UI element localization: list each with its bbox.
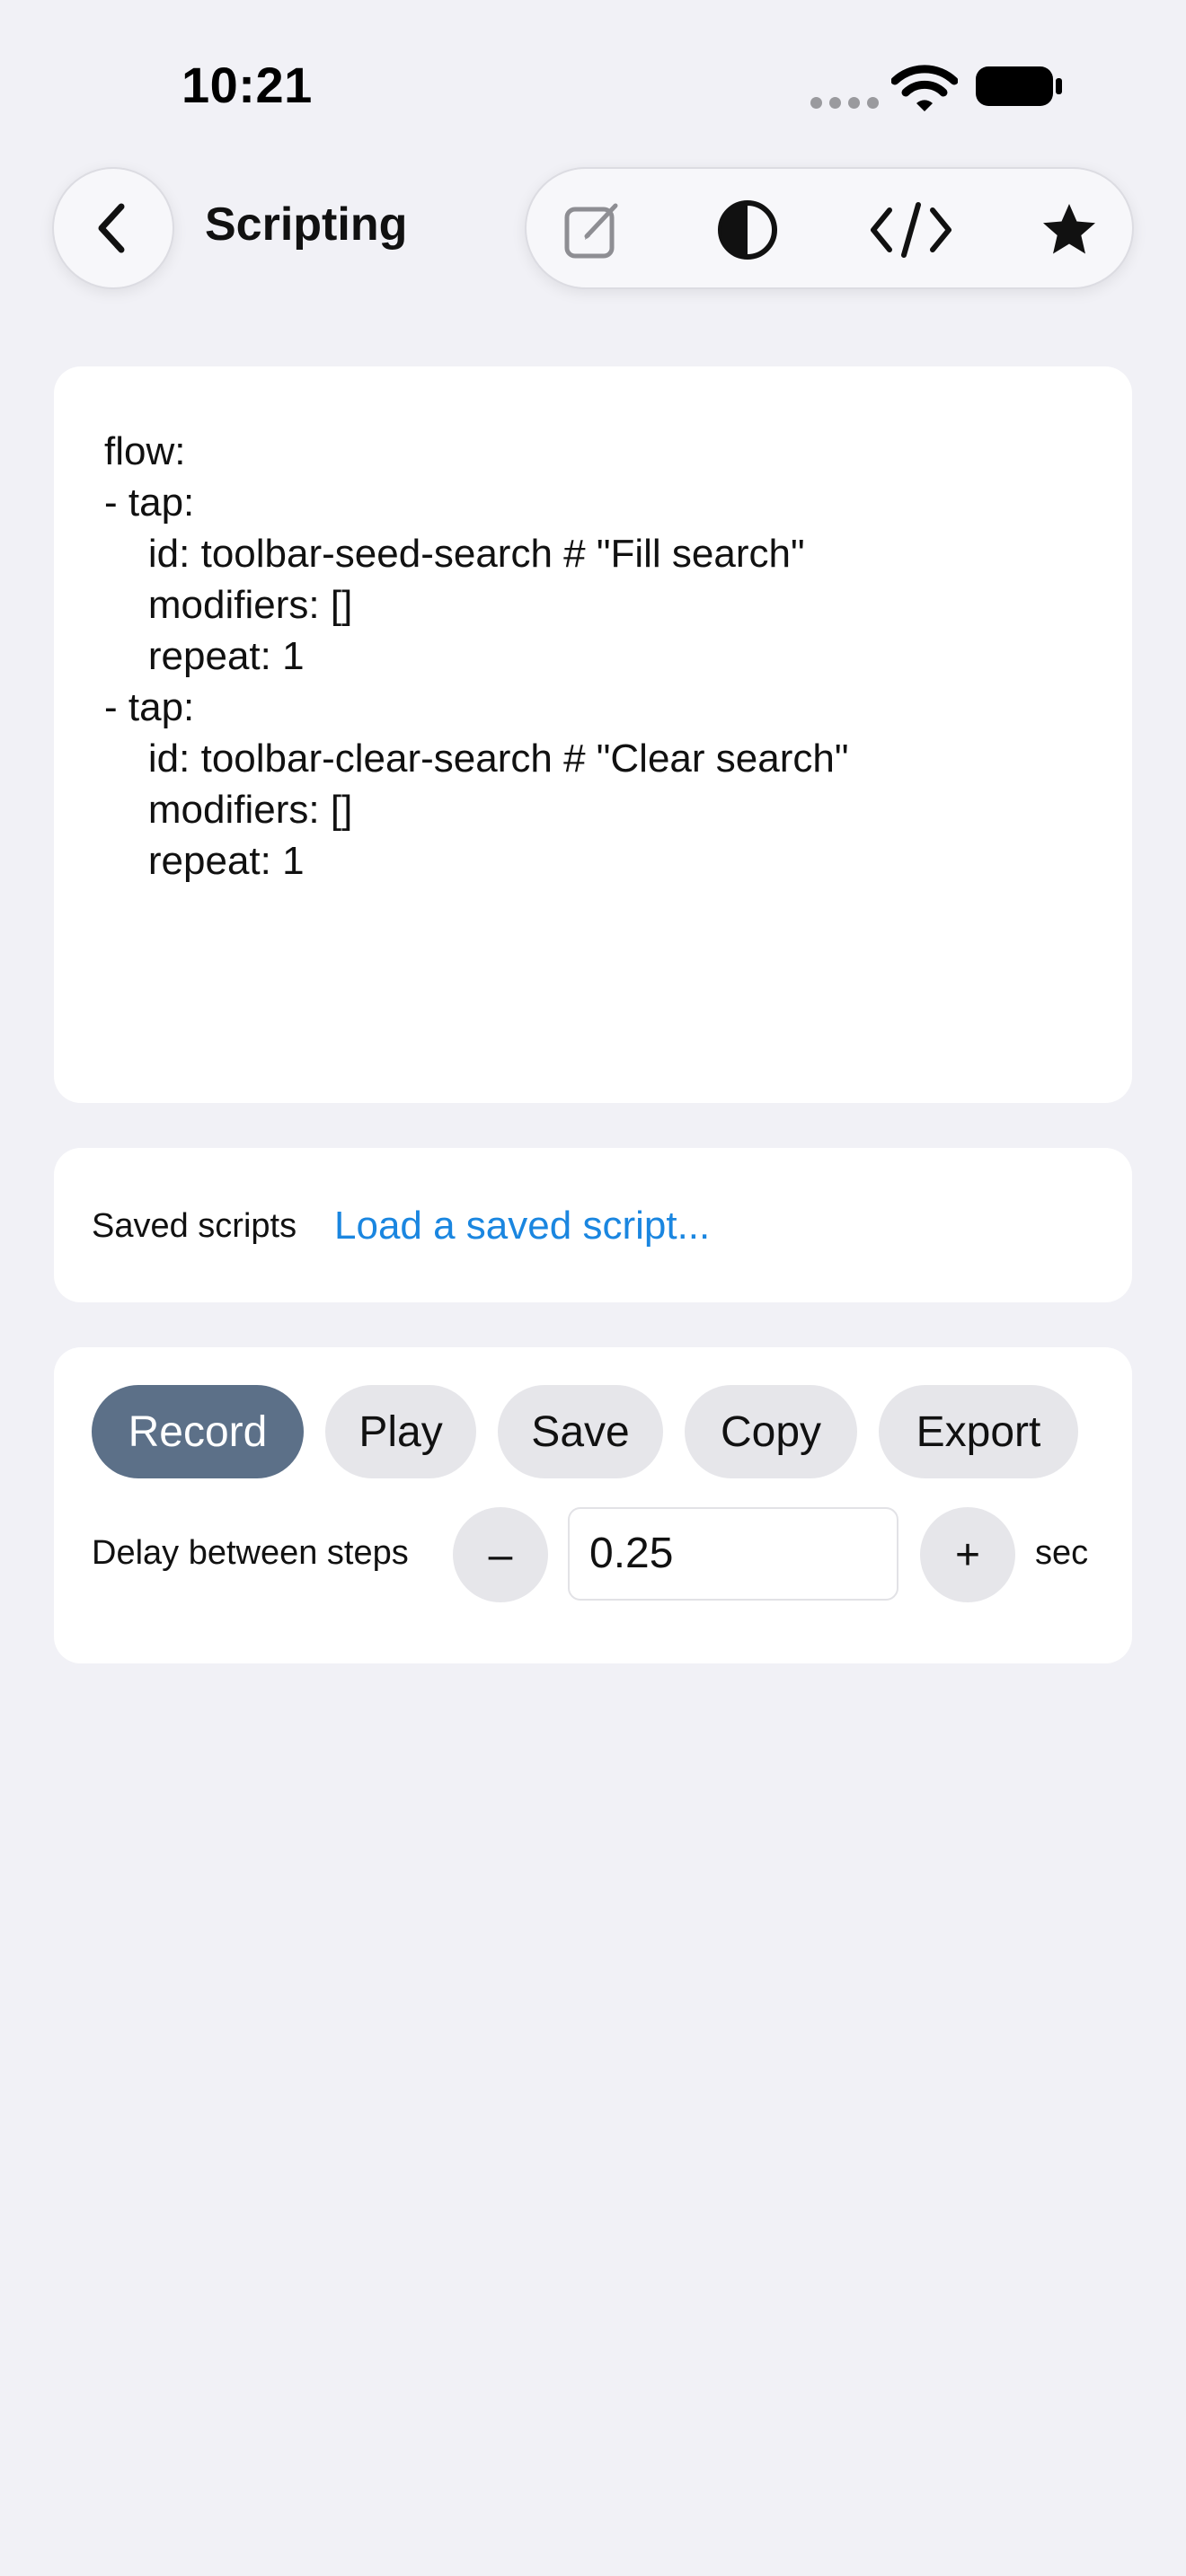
code-line: flow: — [104, 429, 186, 473]
back-button[interactable] — [52, 167, 174, 289]
delay-input[interactable]: 0.25 — [568, 1507, 898, 1601]
play-button[interactable]: Play — [325, 1385, 476, 1478]
code-line: repeat: 1 — [104, 839, 305, 883]
controls-card: Record Play Save Copy Export Delay betwe… — [54, 1347, 1132, 1663]
cellular-dots-icon — [810, 97, 879, 109]
saved-scripts-label: Saved scripts — [92, 1207, 297, 1245]
status-bar: 10:21 — [0, 0, 1186, 171]
toolbar — [525, 167, 1134, 289]
code-view-button[interactable] — [866, 185, 956, 275]
chevron-left-icon — [98, 203, 125, 253]
battery-icon — [976, 66, 1062, 106]
export-button[interactable]: Export — [879, 1385, 1078, 1478]
delay-label: Delay between steps — [92, 1534, 409, 1572]
record-button[interactable]: Record — [92, 1385, 304, 1478]
script-code[interactable]: flow: - tap: id: toolbar-seed-search # "F… — [104, 426, 848, 887]
delay-decrement-button[interactable]: – — [453, 1507, 548, 1602]
favorite-button[interactable] — [1024, 185, 1114, 275]
compose-button[interactable] — [548, 185, 638, 275]
code-line: modifiers: [] — [104, 788, 353, 832]
code-line: modifiers: [] — [104, 583, 353, 627]
saved-scripts-card: Saved scripts Load a saved script... — [54, 1148, 1132, 1302]
save-button[interactable]: Save — [498, 1385, 663, 1478]
star-icon — [1043, 204, 1095, 254]
wifi-icon — [891, 65, 958, 111]
contrast-icon — [718, 200, 777, 260]
navigation-bar: Scripting — [0, 162, 1186, 296]
status-time: 10:21 — [181, 57, 313, 113]
code-line: id: toolbar-clear-search # "Clear search… — [104, 737, 849, 781]
delay-unit-label: sec — [1035, 1534, 1089, 1572]
load-saved-script-link[interactable]: Load a saved script... — [334, 1204, 710, 1248]
code-line: repeat: 1 — [104, 634, 305, 678]
code-line: - tap: — [104, 481, 195, 525]
code-line: - tap: — [104, 685, 195, 729]
delay-increment-button[interactable]: + — [920, 1507, 1015, 1602]
copy-button[interactable]: Copy — [685, 1385, 857, 1478]
appearance-button[interactable] — [703, 185, 792, 275]
compose-icon — [564, 203, 618, 259]
page-title: Scripting — [205, 198, 408, 251]
code-line: id: toolbar-seed-search # "Fill search" — [104, 532, 805, 576]
script-editor[interactable]: flow: - tap: id: toolbar-seed-search # "F… — [54, 366, 1132, 1103]
code-icon — [871, 202, 951, 258]
